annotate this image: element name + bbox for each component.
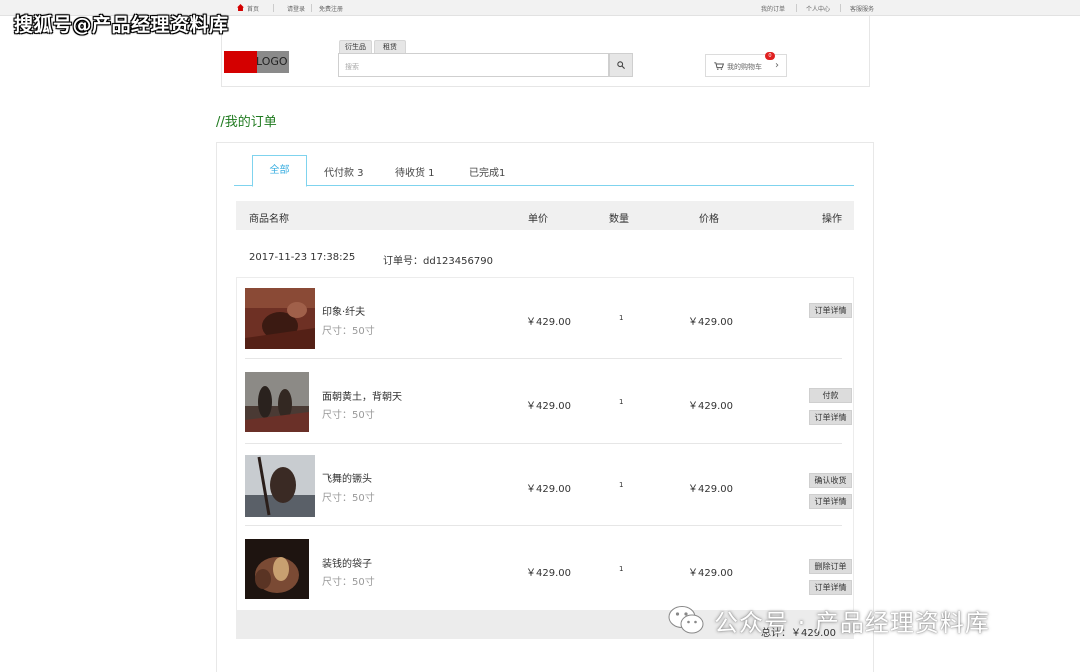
product-thumbnail[interactable] <box>245 372 309 432</box>
header-actions: 操作 <box>822 214 842 225</box>
row-divider <box>245 443 842 444</box>
tab-pending-payment[interactable]: 代付款 3 <box>324 164 364 179</box>
pay-button[interactable]: 付款 <box>809 388 852 403</box>
order-details-button[interactable]: 订单详情 <box>809 410 852 425</box>
customer-service-link[interactable]: 客服服务 <box>850 4 874 13</box>
product-thumbnail[interactable] <box>245 455 315 517</box>
product-name[interactable]: 印象·纤夫 <box>322 303 365 318</box>
delete-order-button[interactable]: 删除订单 <box>809 559 852 574</box>
search-icon <box>617 61 625 69</box>
item-price: ￥429.00 <box>688 568 733 579</box>
tab-pending-receipt[interactable]: 待收货 1 <box>395 164 435 179</box>
product-image-2 <box>245 372 309 432</box>
watermark-top: 搜狐号@产品经理资料库 <box>14 14 229 36</box>
search-tab-rental[interactable]: 租赁 <box>374 40 406 54</box>
product-image-3 <box>245 455 315 517</box>
product-name[interactable]: 飞舞的镢头 <box>322 470 372 485</box>
product-image-1 <box>245 288 315 349</box>
product-size: 尺寸：50寸 <box>322 326 375 337</box>
site-logo[interactable]: LOGO <box>224 51 289 73</box>
login-link[interactable]: 请登录 <box>287 4 305 13</box>
unit-price: ￥429.00 <box>526 484 571 495</box>
product-name[interactable]: 面朝黄土，背朝天 <box>322 388 402 403</box>
wechat-icon <box>668 606 704 634</box>
header-quantity: 数量 <box>609 214 629 225</box>
unit-price: ￥429.00 <box>526 568 571 579</box>
header-price: 价格 <box>699 214 719 225</box>
header-product-name: 商品名称 <box>249 214 289 225</box>
product-thumbnail[interactable] <box>245 288 315 349</box>
table-header: 商品名称 单价 数量 价格 操作 <box>236 201 854 230</box>
unit-price: ￥429.00 <box>526 401 571 412</box>
register-link[interactable]: 免费注册 <box>319 4 343 13</box>
tab-underline <box>234 185 854 186</box>
divider <box>273 4 274 12</box>
product-thumbnail[interactable] <box>245 539 309 599</box>
home-link[interactable]: 首页 <box>247 4 259 13</box>
confirm-receipt-button[interactable]: 确认收货 <box>809 473 852 488</box>
chevron-right-icon: › <box>775 60 779 71</box>
product-size: 尺寸：50寸 <box>322 577 375 588</box>
home-icon <box>237 4 244 11</box>
page-title: //我的订单 <box>216 115 277 130</box>
cart-button[interactable]: 我的购物车 0 › <box>705 52 787 77</box>
unit-price: ￥429.00 <box>526 317 571 328</box>
item-price: ￥429.00 <box>688 401 733 412</box>
logo-text: LOGO <box>256 55 288 68</box>
order-number: 订单号：dd123456790 <box>383 256 493 267</box>
order-datetime: 2017-11-23 17:38:25 <box>249 252 356 263</box>
row-divider <box>245 525 842 526</box>
order-details-button[interactable]: 订单详情 <box>809 580 852 595</box>
tab-completed[interactable]: 已完成1 <box>469 164 505 179</box>
search-button[interactable] <box>609 53 633 77</box>
divider <box>311 4 312 12</box>
row-divider <box>245 358 842 359</box>
cart-count-badge: 0 <box>765 52 775 60</box>
product-size: 尺寸：50寸 <box>322 410 375 421</box>
quantity: 1 <box>619 481 624 489</box>
header-unit-price: 单价 <box>528 214 548 225</box>
quantity: 1 <box>619 398 624 406</box>
product-name[interactable]: 装钱的袋子 <box>322 555 372 570</box>
logo-red-block <box>224 51 257 73</box>
search-input[interactable]: 搜索 <box>338 53 609 77</box>
order-details-button[interactable]: 订单详情 <box>809 494 852 509</box>
item-price: ￥429.00 <box>688 317 733 328</box>
user-center-link[interactable]: 个人中心 <box>806 4 830 13</box>
quantity: 1 <box>619 565 624 573</box>
watermark-bottom-text: 公众号 · 产品经理资料库 <box>714 609 990 637</box>
divider <box>796 4 797 12</box>
divider <box>840 4 841 12</box>
item-price: ￥429.00 <box>688 484 733 495</box>
order-details-button[interactable]: 订单详情 <box>809 303 852 318</box>
product-size: 尺寸：50寸 <box>322 493 375 504</box>
search-tab-derivatives[interactable]: 衍生品 <box>339 40 372 54</box>
my-orders-link[interactable]: 我的订单 <box>761 4 785 13</box>
cart-icon <box>714 62 724 70</box>
quantity: 1 <box>619 314 624 322</box>
tab-all[interactable]: 全部 <box>252 155 307 187</box>
product-image-4 <box>245 539 309 599</box>
cart-label: 我的购物车 <box>727 63 762 71</box>
